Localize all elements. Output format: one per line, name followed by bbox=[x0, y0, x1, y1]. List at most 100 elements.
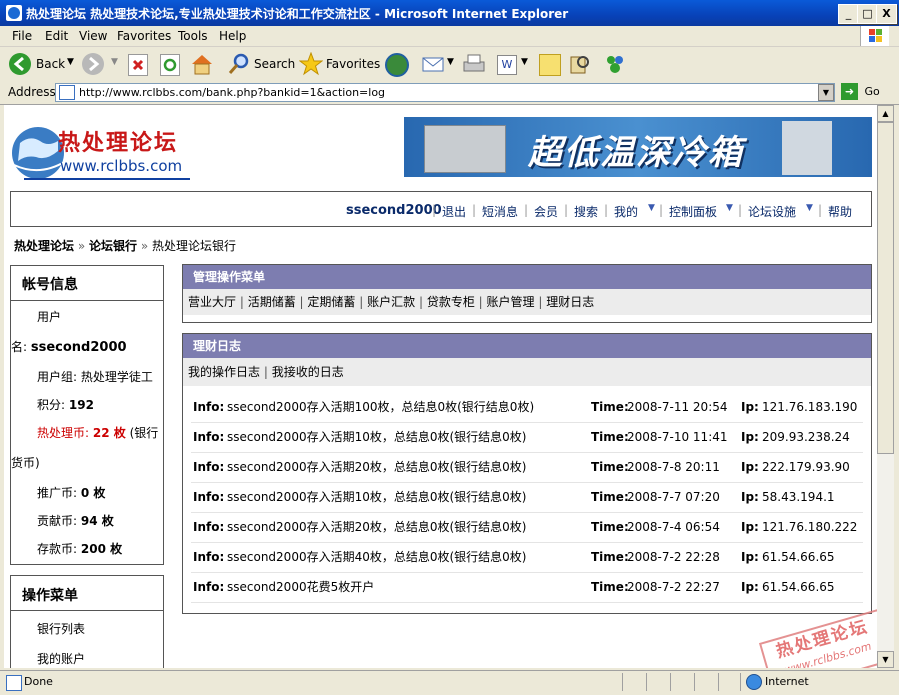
nav-facilities-dropdown-icon[interactable]: ▼ bbox=[806, 203, 813, 213]
ops-menu-title: 操作菜单 bbox=[22, 588, 78, 604]
nav-username[interactable]: ssecond2000 bbox=[346, 203, 442, 218]
go-button[interactable]: ➜ Go bbox=[841, 83, 893, 102]
promo-label: 推广币: bbox=[37, 486, 78, 500]
menu-file[interactable]: File bbox=[12, 29, 32, 43]
discuss-note-icon[interactable] bbox=[539, 54, 561, 76]
log-panel-header: 理财日志 bbox=[183, 334, 871, 358]
logo-url-text: www.rclbbs.com bbox=[60, 157, 183, 175]
history-icon[interactable] bbox=[385, 53, 409, 77]
coin-value: 22 枚 bbox=[92, 426, 126, 440]
back-label[interactable]: Back bbox=[36, 57, 65, 71]
address-dropdown-icon[interactable]: ▼ bbox=[818, 84, 834, 101]
admin-menu-links: 营业大厅 | 活期储蓄 | 定期储蓄 | 账户汇款 | 贷款专柜 | 账户管理 … bbox=[183, 289, 871, 315]
windows-logo-icon bbox=[860, 26, 889, 46]
log-time: 2008-7-8 20:11 bbox=[627, 460, 720, 474]
admin-link-demand[interactable]: 活期储蓄 bbox=[248, 295, 296, 309]
address-input[interactable]: http://www.rclbbs.com/bank.php?bankid=1&… bbox=[55, 83, 835, 102]
research-icon[interactable] bbox=[568, 53, 592, 75]
nav-control-dropdown-icon[interactable]: ▼ bbox=[726, 203, 733, 213]
home-icon[interactable] bbox=[190, 53, 214, 75]
user-label-line1: 用户 bbox=[37, 310, 62, 324]
nav-mine-dropdown-icon[interactable]: ▼ bbox=[648, 203, 655, 213]
forward-arrow-icon[interactable] bbox=[82, 53, 104, 75]
admin-menu-panel: 管理操作菜单 营业大厅 | 活期储蓄 | 定期储蓄 | 账户汇款 | 贷款专柜 … bbox=[182, 264, 872, 323]
menu-tools[interactable]: Tools bbox=[178, 29, 208, 43]
ip-label: Ip: bbox=[741, 490, 759, 504]
scroll-thumb[interactable] bbox=[877, 122, 894, 454]
refresh-icon[interactable] bbox=[160, 54, 180, 76]
search-icon[interactable] bbox=[228, 53, 250, 75]
vertical-scrollbar[interactable]: ▲ ▼ bbox=[877, 105, 894, 668]
deposit-line: 存款币: 200 枚 bbox=[37, 540, 122, 557]
go-label[interactable]: Go bbox=[865, 85, 880, 98]
edit-dropdown-icon[interactable]: ▼ bbox=[521, 57, 528, 67]
banner-ad[interactable]: 超低温深冷箱 bbox=[404, 117, 872, 177]
messenger-icon[interactable] bbox=[603, 53, 627, 75]
forward-dropdown-icon[interactable]: ▼ bbox=[111, 57, 118, 67]
log-ip: 61.54.66.65 bbox=[762, 550, 835, 564]
menu-favorites[interactable]: Favorites bbox=[117, 29, 171, 43]
maximize-button[interactable]: □ bbox=[857, 4, 878, 24]
nav-messages[interactable]: 短消息 bbox=[482, 203, 518, 220]
nav-facilities[interactable]: 论坛设施 bbox=[748, 203, 796, 220]
nav-members[interactable]: 会员 bbox=[534, 203, 558, 220]
admin-link-log[interactable]: 理财日志 bbox=[546, 295, 594, 309]
back-dropdown-icon[interactable]: ▼ bbox=[67, 57, 74, 67]
log-time: 2008-7-10 11:41 bbox=[627, 430, 728, 444]
close-button[interactable]: X bbox=[876, 4, 897, 24]
promo-line: 推广币: 0 枚 bbox=[37, 484, 105, 501]
nav-logout[interactable]: 退出 bbox=[442, 203, 466, 220]
log-tabs: 我的操作日志 | 我接收的日志 bbox=[183, 358, 871, 386]
breadcrumb-bank[interactable]: 论坛银行 bbox=[89, 239, 137, 253]
user-group: 用户组: 热处理学徒工 bbox=[37, 370, 153, 384]
address-url[interactable]: http://www.rclbbs.com/bank.php?bankid=1&… bbox=[79, 86, 385, 99]
favorites-label[interactable]: Favorites bbox=[326, 57, 380, 71]
breadcrumb-home[interactable]: 热处理论坛 bbox=[14, 239, 74, 253]
log-panel-title: 理财日志 bbox=[193, 339, 242, 353]
nav-search[interactable]: 搜索 bbox=[574, 203, 598, 220]
ip-label: Ip: bbox=[741, 520, 759, 534]
admin-link-fixed[interactable]: 定期储蓄 bbox=[307, 295, 355, 309]
site-logo[interactable]: 热处理论坛 www.rclbbs.com bbox=[10, 121, 190, 185]
contrib-label: 贡献币: bbox=[37, 514, 78, 528]
admin-link-transfer[interactable]: 账户汇款 bbox=[367, 295, 415, 309]
stop-icon[interactable] bbox=[128, 54, 148, 76]
admin-link-manage[interactable]: 账户管理 bbox=[487, 295, 535, 309]
nav-mine[interactable]: 我的 bbox=[614, 203, 638, 220]
menu-bar: File Edit View Favorites Tools Help bbox=[0, 26, 899, 47]
info-label: Info: bbox=[193, 520, 225, 534]
menu-help[interactable]: Help bbox=[219, 29, 246, 43]
promo-value: 0 枚 bbox=[80, 486, 106, 500]
admin-link-hall[interactable]: 营业大厅 bbox=[188, 295, 236, 309]
edit-word-icon[interactable]: W bbox=[497, 55, 517, 75]
print-icon[interactable] bbox=[462, 53, 486, 75]
scroll-down-arrow-icon[interactable]: ▼ bbox=[877, 651, 894, 668]
status-divider bbox=[718, 673, 719, 691]
minimize-button[interactable]: _ bbox=[838, 4, 859, 24]
mail-dropdown-icon[interactable]: ▼ bbox=[447, 57, 454, 67]
tab-received-log[interactable]: 我接收的日志 bbox=[272, 365, 344, 379]
ops-bank-list[interactable]: 银行列表 bbox=[37, 620, 85, 637]
zone-text: Internet bbox=[765, 675, 809, 688]
ops-my-account[interactable]: 我的账户 bbox=[37, 650, 85, 667]
menu-edit[interactable]: Edit bbox=[45, 29, 68, 43]
time-label: Time: bbox=[591, 520, 629, 534]
scroll-up-arrow-icon[interactable]: ▲ bbox=[877, 105, 894, 122]
admin-menu-header: 管理操作菜单 bbox=[183, 265, 871, 289]
favorites-star-icon[interactable] bbox=[298, 51, 324, 76]
nav-separator: | bbox=[524, 203, 529, 217]
contrib-value: 94 枚 bbox=[80, 514, 114, 528]
status-divider bbox=[646, 673, 647, 691]
banner-text: 超低温深冷箱 bbox=[528, 133, 744, 173]
tab-my-ops-log[interactable]: 我的操作日志 bbox=[188, 365, 260, 379]
equipment-image bbox=[782, 121, 832, 175]
log-info: ssecond2000存入活期40枚，总结息0枚(银行结息0枚) bbox=[227, 550, 527, 564]
nav-help[interactable]: 帮助 bbox=[828, 203, 852, 220]
back-arrow-icon[interactable] bbox=[9, 53, 31, 75]
mail-icon[interactable] bbox=[422, 55, 444, 73]
admin-link-loan[interactable]: 贷款专柜 bbox=[427, 295, 475, 309]
menu-view[interactable]: View bbox=[79, 29, 107, 43]
nav-control-panel[interactable]: 控制面板 bbox=[669, 203, 717, 220]
log-ip: 209.93.238.24 bbox=[762, 430, 850, 444]
search-label[interactable]: Search bbox=[254, 57, 295, 71]
